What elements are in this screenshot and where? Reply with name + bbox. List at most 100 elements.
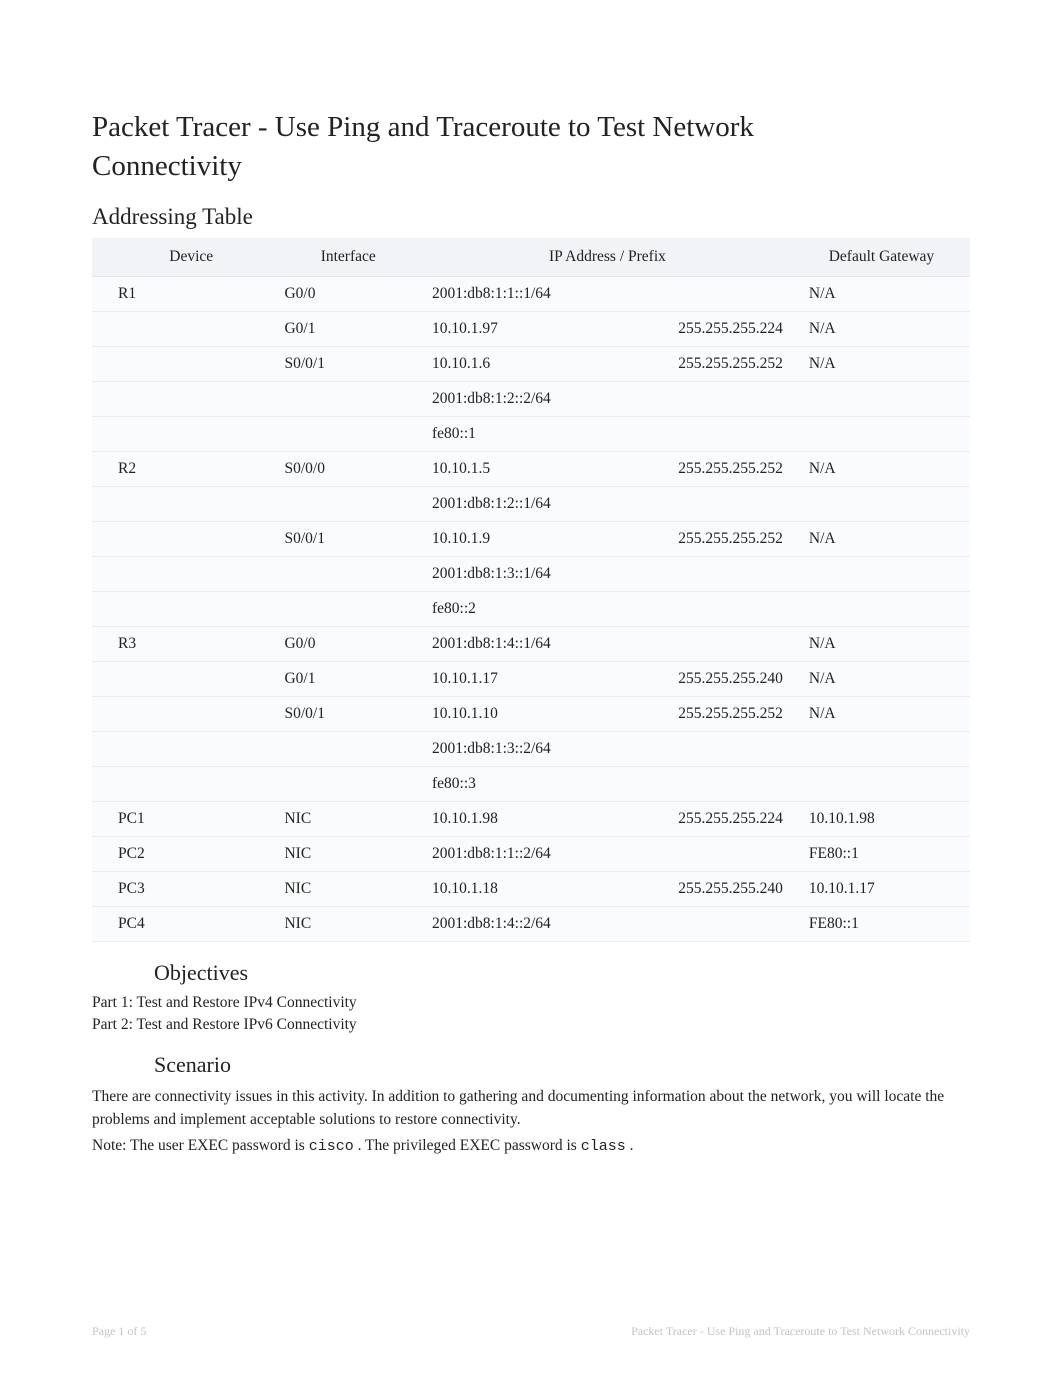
cell-interface: NIC — [274, 907, 422, 942]
scenario-heading: Scenario — [154, 1052, 970, 1078]
footer-page-current: 1 — [118, 1324, 124, 1338]
cell-ip: 2001:db8:1:1::2/64 — [422, 837, 668, 872]
footer-page-total: 5 — [140, 1324, 146, 1338]
cell-mask: 255.255.255.252 — [668, 522, 793, 557]
cell-device — [92, 767, 274, 802]
page-footer: Page 1 of 5 Packet Tracer - Use Ping and… — [92, 1324, 970, 1339]
cell-ip: 2001:db8:1:2::1/64 — [422, 487, 668, 522]
cell-ip: 2001:db8:1:2::2/64 — [422, 382, 668, 417]
note-password-user: cisco — [309, 1138, 354, 1155]
cell-interface — [274, 592, 422, 627]
cell-mask: 255.255.255.224 — [668, 802, 793, 837]
cell-ip: 10.10.1.10 — [422, 697, 668, 732]
cell-ip: fe80::3 — [422, 767, 668, 802]
cell-device — [92, 662, 274, 697]
cell-interface — [274, 732, 422, 767]
cell-mask: 255.255.255.252 — [668, 452, 793, 487]
cell-device: PC2 — [92, 837, 274, 872]
cell-gateway: 10.10.1.17 — [793, 872, 970, 907]
table-row: fe80::2 — [92, 592, 970, 627]
footer-right: Packet Tracer - Use Ping and Traceroute … — [631, 1324, 970, 1339]
cell-interface — [274, 767, 422, 802]
table-row: PC2NIC2001:db8:1:1::2/64 FE80::1 — [92, 837, 970, 872]
cell-interface: NIC — [274, 837, 422, 872]
cell-gateway: FE80::1 — [793, 837, 970, 872]
cell-mask: 255.255.255.240 — [668, 872, 793, 907]
cell-interface: NIC — [274, 872, 422, 907]
table-row: S0/0/110.10.1.9255.255.255.252N/A — [92, 522, 970, 557]
title-line: Connectivity — [92, 150, 242, 182]
cell-device: R2 — [92, 452, 274, 487]
cell-ip: 10.10.1.9 — [422, 522, 668, 557]
table-row: S0/0/110.10.1.10255.255.255.252N/A — [92, 697, 970, 732]
cell-gateway — [793, 767, 970, 802]
cell-gateway: N/A — [793, 277, 970, 312]
table-row: PC4NIC2001:db8:1:4::2/64FE80::1 — [92, 907, 970, 942]
cell-device: PC3 — [92, 872, 274, 907]
title-line: Packet Tracer - Use Ping and Traceroute … — [92, 111, 754, 143]
cell-gateway: N/A — [793, 627, 970, 662]
cell-device — [92, 557, 274, 592]
cell-interface: G0/0 — [274, 277, 422, 312]
table-row: G0/110.10.1.97255.255.255.224N/A — [92, 312, 970, 347]
cell-device — [92, 487, 274, 522]
cell-interface: S0/0/1 — [274, 697, 422, 732]
cell-gateway — [793, 732, 970, 767]
table-row: fe80::1 — [92, 417, 970, 452]
cell-mask — [668, 627, 793, 662]
col-header-ip: IP Address / Prefix — [422, 238, 793, 277]
cell-ip: 10.10.1.17 — [422, 662, 668, 697]
cell-ip: 10.10.1.98 — [422, 802, 668, 837]
cell-mask: 255.255.255.252 — [668, 697, 793, 732]
cell-interface — [274, 487, 422, 522]
cell-mask: 255.255.255.240 — [668, 662, 793, 697]
table-row: 2001:db8:1:3::1/64 — [92, 557, 970, 592]
cell-mask — [668, 417, 793, 452]
cell-ip: 2001:db8:1:4::2/64 — [422, 907, 668, 942]
cell-gateway — [793, 382, 970, 417]
footer-label: Page — [92, 1324, 118, 1338]
cell-ip: 10.10.1.6 — [422, 347, 668, 382]
cell-gateway — [793, 417, 970, 452]
cell-mask — [668, 592, 793, 627]
note-password-priv: class — [581, 1138, 626, 1155]
scenario-note: Note: The user EXEC password is cisco . … — [92, 1135, 970, 1158]
cell-ip: fe80::1 — [422, 417, 668, 452]
cell-mask: 255.255.255.252 — [668, 347, 793, 382]
objectives-heading: Objectives — [154, 960, 970, 986]
cell-mask — [668, 907, 793, 942]
cell-gateway: N/A — [793, 347, 970, 382]
cell-interface: G0/1 — [274, 662, 422, 697]
cell-interface: S0/0/1 — [274, 522, 422, 557]
cell-ip: 2001:db8:1:1::1/64 — [422, 277, 668, 312]
cell-ip: 10.10.1.18 — [422, 872, 668, 907]
table-row: PC3NIC10.10.1.18255.255.255.24010.10.1.1… — [92, 872, 970, 907]
cell-device — [92, 732, 274, 767]
cell-gateway — [793, 557, 970, 592]
table-row: G0/110.10.1.17255.255.255.240N/A — [92, 662, 970, 697]
addressing-table: Device Interface IP Address / Prefix Def… — [92, 238, 970, 942]
table-row: R2S0/0/010.10.1.5255.255.255.252N/A — [92, 452, 970, 487]
cell-gateway: N/A — [793, 312, 970, 347]
cell-mask — [668, 382, 793, 417]
cell-device — [92, 417, 274, 452]
cell-device — [92, 522, 274, 557]
cell-ip: 2001:db8:1:3::2/64 — [422, 732, 668, 767]
cell-device: R3 — [92, 627, 274, 662]
note-text: . The privileged EXEC password is — [358, 1137, 581, 1154]
cell-gateway: N/A — [793, 452, 970, 487]
cell-gateway: N/A — [793, 697, 970, 732]
cell-device: PC1 — [92, 802, 274, 837]
addressing-table-heading: Addressing Table — [92, 204, 970, 230]
table-row: S0/0/110.10.1.6255.255.255.252N/A — [92, 347, 970, 382]
cell-ip: 2001:db8:1:3::1/64 — [422, 557, 668, 592]
cell-ip: fe80::2 — [422, 592, 668, 627]
objectives-list: Part 1: Test and Restore IPv4 Connectivi… — [92, 994, 970, 1034]
table-row: R1G0/02001:db8:1:1::1/64N/A — [92, 277, 970, 312]
cell-interface — [274, 382, 422, 417]
cell-device: PC4 — [92, 907, 274, 942]
cell-interface: G0/0 — [274, 627, 422, 662]
table-header-row: Device Interface IP Address / Prefix Def… — [92, 238, 970, 277]
col-header-device: Device — [92, 238, 274, 277]
cell-device — [92, 312, 274, 347]
